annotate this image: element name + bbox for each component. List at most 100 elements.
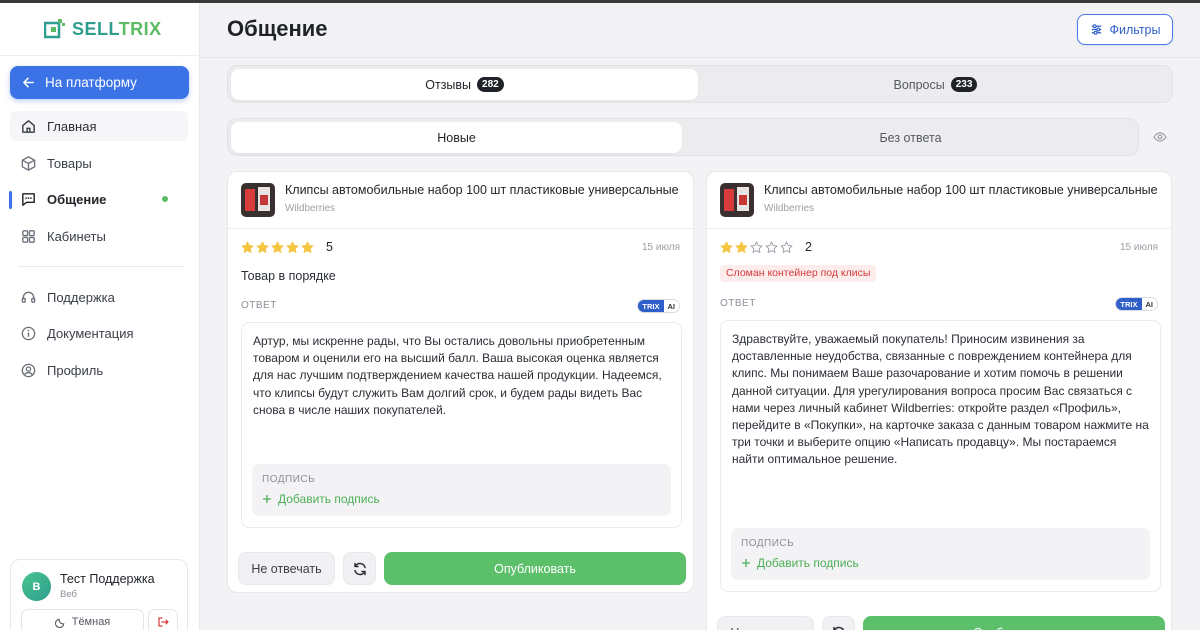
star-icon (720, 240, 733, 253)
signature-label: ПОДПИСЬ (262, 474, 316, 485)
logout-button[interactable] (148, 609, 178, 630)
sidebar-item-home[interactable]: Главная (10, 111, 188, 141)
status-tabs: Новые Без ответа (227, 118, 1139, 156)
star-icon (765, 240, 778, 253)
chat-icon (19, 190, 37, 208)
user-card: B Тест Поддержка Веб Тёмная (10, 559, 188, 630)
product-title[interactable]: Клипсы автомобильные набор 100 шт пласти… (764, 183, 1158, 197)
eye-icon[interactable] (1153, 130, 1167, 149)
rating-stars: 2 (720, 240, 812, 254)
review-card: Клипсы автомобильные набор 100 шт пласти… (706, 171, 1172, 630)
star-icon (750, 240, 763, 253)
sidebar-item-products[interactable]: Товары (10, 148, 188, 178)
answer-text[interactable]: Здравствуйте, уважаемый покупатель! Прин… (732, 331, 1150, 469)
sidebar-item-cabinets[interactable]: Кабинеты (10, 221, 188, 251)
type-tabs: Отзывы 282 Вопросы 233 (227, 65, 1173, 103)
star-icon (256, 240, 269, 253)
trix-ai-badge: TRIX AI (637, 299, 680, 313)
answer-label: ОТВЕТ (241, 300, 277, 311)
box-icon (19, 154, 37, 172)
grid-icon (19, 227, 37, 245)
rating-value: 2 (805, 240, 812, 254)
sidebar-divider (0, 55, 200, 56)
product-image[interactable] (241, 183, 275, 217)
product-image[interactable] (720, 183, 754, 217)
product-title[interactable]: Клипсы автомобильные набор 100 шт пласти… (285, 183, 679, 197)
skip-button[interactable]: Не отвечать (717, 616, 814, 630)
to-platform-label: На платформу (45, 75, 137, 90)
review-card: Клипсы автомобильные набор 100 шт пласти… (227, 171, 694, 593)
answer-editor[interactable]: Артур, мы искренне рады, что Вы остались… (241, 322, 682, 528)
header: Общение Фильтры (200, 3, 1200, 58)
rating-value: 5 (326, 240, 333, 254)
add-signature-label: Добавить подпись (757, 556, 859, 570)
sidebar-item-label: Общение (47, 191, 107, 207)
sidebar-item-support[interactable]: Поддержка (10, 282, 188, 312)
sidebar-item-label: Товары (47, 155, 92, 171)
arrow-left-icon (23, 77, 34, 88)
tab-unanswered[interactable]: Без ответа (685, 122, 1136, 153)
tab-questions[interactable]: Вопросы 233 (702, 69, 1169, 100)
count-badge: 233 (950, 77, 978, 92)
sidebar: SELLTRIX На платформу Главная Товары Общ… (0, 3, 200, 630)
star-icon (241, 240, 254, 253)
publish-button[interactable]: Опубликовать (384, 552, 686, 585)
regenerate-button[interactable] (822, 616, 855, 630)
sidebar-item-label: Документация (47, 325, 134, 341)
regenerate-button[interactable] (343, 552, 376, 585)
tab-label: Отзывы (425, 77, 472, 92)
logo[interactable]: SELLTRIX (43, 18, 162, 40)
add-signature-button[interactable]: Добавить подпись (741, 556, 859, 570)
brand-name: SELLTRIX (72, 18, 162, 39)
skip-button[interactable]: Не отвечать (238, 552, 335, 585)
count-badge: 282 (477, 77, 504, 92)
answer-editor[interactable]: Здравствуйте, уважаемый покупатель! Прин… (720, 320, 1161, 592)
filters-button[interactable]: Фильтры (1077, 14, 1173, 45)
moon-icon (54, 618, 65, 628)
info-icon (19, 324, 37, 342)
home-icon (19, 117, 37, 135)
user-subtitle: Веб (60, 589, 77, 600)
rating-stars: 5 (241, 240, 333, 254)
star-icon (780, 240, 793, 253)
tab-new[interactable]: Новые (231, 122, 682, 153)
review-date: 15 июля (641, 242, 680, 253)
signature-label: ПОДПИСЬ (741, 538, 795, 549)
refresh-icon (832, 626, 844, 630)
publish-button[interactable]: Опубликовать (863, 616, 1165, 630)
unread-dot (162, 196, 168, 202)
theme-toggle-label: Тёмная (71, 616, 111, 628)
tab-reviews[interactable]: Отзывы 282 (231, 69, 698, 100)
answer-label: ОТВЕТ (720, 298, 756, 309)
logout-icon (158, 617, 169, 627)
selltrix-logo-icon (43, 18, 66, 40)
signature-box: ПОДПИСЬ Добавить подпись (731, 528, 1150, 580)
card-actions: Не отвечать Опубликовать (238, 552, 686, 585)
sidebar-item-profile[interactable]: Профиль (10, 355, 188, 385)
answer-text[interactable]: Артур, мы искренне рады, что Вы остались… (253, 333, 671, 419)
star-icon (286, 240, 299, 253)
filters-label: Фильтры (1109, 22, 1161, 37)
sidebar-item-docs[interactable]: Документация (10, 318, 188, 348)
sliders-icon (1091, 24, 1101, 35)
review-text: Товар в порядке (241, 269, 336, 283)
tab-label: Без ответа (879, 130, 942, 145)
headset-icon (19, 288, 37, 306)
avatar[interactable]: B (22, 572, 51, 601)
main-content: Общение Фильтры Отзывы 282 Вопросы 233 Н… (200, 3, 1200, 630)
star-icon (301, 240, 314, 253)
star-icon (271, 240, 284, 253)
signature-box: ПОДПИСЬ Добавить подпись (252, 464, 671, 516)
to-platform-button[interactable]: На платформу (10, 66, 189, 99)
sidebar-item-label: Поддержка (47, 289, 115, 305)
user-circle-icon (19, 361, 37, 379)
trix-ai-badge: TRIX AI (1115, 297, 1158, 311)
marketplace-name: Wildberries (764, 203, 815, 214)
theme-toggle-button[interactable]: Тёмная (21, 609, 144, 630)
tab-label: Новые (437, 130, 476, 145)
card-actions: Не отвечать Опубликовать (717, 616, 1165, 630)
sidebar-divider (18, 266, 184, 267)
sidebar-item-communication[interactable]: Общение (10, 184, 188, 214)
plus-icon (263, 495, 271, 503)
add-signature-button[interactable]: Добавить подпись (262, 492, 380, 506)
